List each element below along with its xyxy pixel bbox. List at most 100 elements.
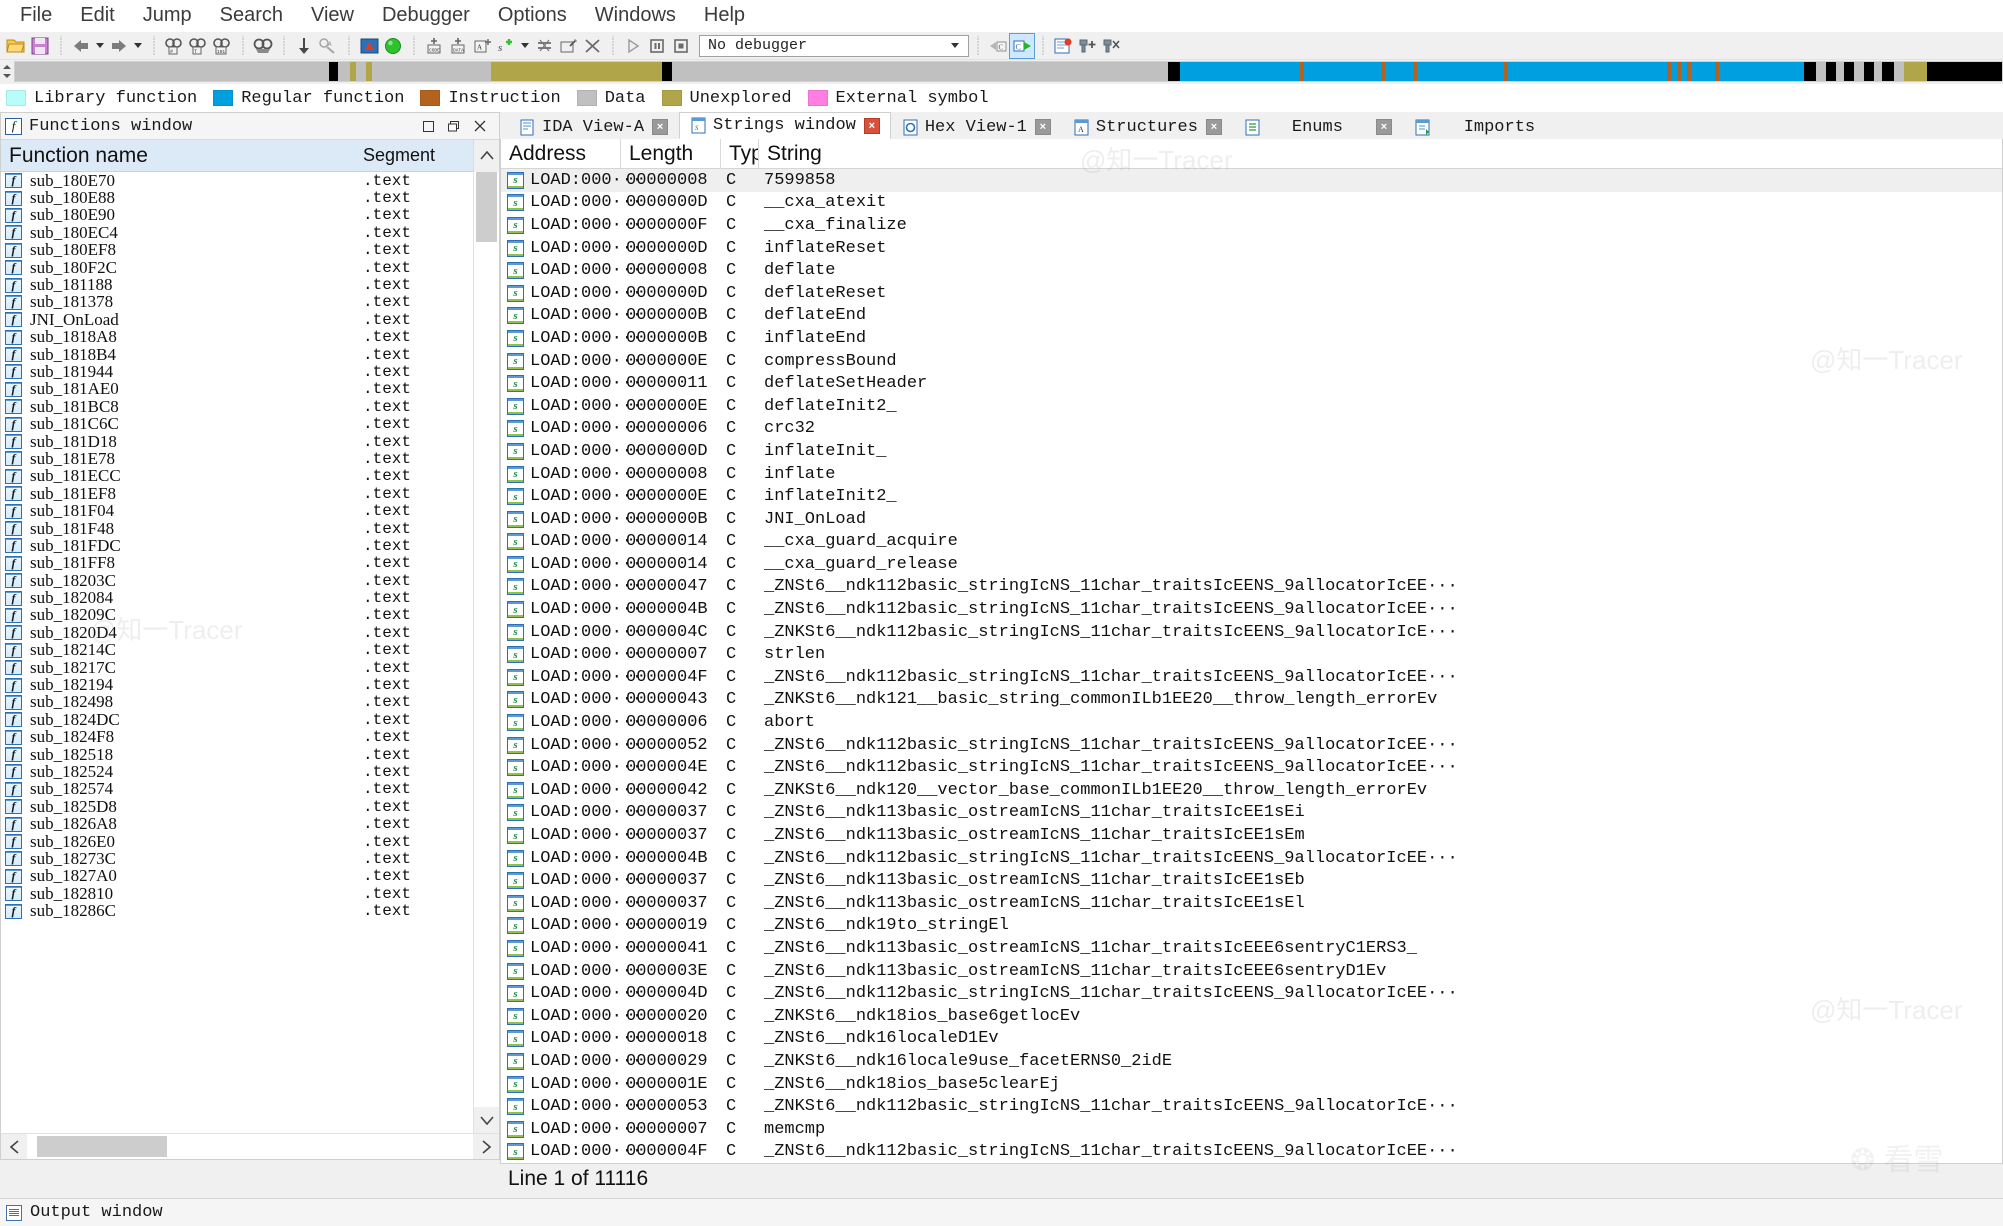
strings-list-row[interactable]: sLOAD:000···00000008Cinflate <box>501 463 2002 486</box>
column-header-address[interactable]: Address <box>501 139 621 169</box>
decompiler-off-icon[interactable]: C <box>986 34 1010 58</box>
search-sequence-icon[interactable]: 101 <box>210 34 234 58</box>
debugger-select[interactable]: No debugger <box>699 35 969 57</box>
del-bpt-icon[interactable] <box>1099 34 1123 58</box>
strings-list-row[interactable]: sLOAD:000···0000000BCinflateEnd <box>501 327 2002 350</box>
functions-vscroll-track[interactable] <box>474 172 499 1107</box>
search-hash-icon[interactable]: # <box>162 34 186 58</box>
functions-list-row[interactable]: fsub_1825D8.text <box>1 798 473 815</box>
menu-item-file[interactable]: File <box>6 2 66 29</box>
strings-list-row[interactable]: sLOAD:000···0000001EC_ZNSt6__ndk18ios_ba… <box>501 1073 2002 1096</box>
tab-imports[interactable]: Imports <box>1403 114 1573 139</box>
strings-list-row[interactable]: sLOAD:000···00000037C_ZNSt6__ndk113basic… <box>501 892 2002 915</box>
functions-list-row[interactable]: fsub_181BC8.text <box>1 398 473 415</box>
strings-list-row[interactable]: sLOAD:000···00000011CdeflateSetHeader <box>501 372 2002 395</box>
menu-item-help[interactable]: Help <box>690 2 759 29</box>
functions-list-row[interactable]: fsub_181C6C.text <box>1 415 473 432</box>
forward-dropdown-icon[interactable] <box>131 34 145 58</box>
strings-list-row[interactable]: sLOAD:000···00000037C_ZNSt6__ndk113basic… <box>501 869 2002 892</box>
strings-list-row[interactable]: sLOAD:000···00000042C_ZNKSt6__ndk120__ve… <box>501 779 2002 802</box>
strings-list-row[interactable]: sLOAD:000···0000004BC_ZNSt6__ndk112basic… <box>501 847 2002 870</box>
strings-list-row[interactable]: sLOAD:000···00000043C_ZNKSt6__ndk121__ba… <box>501 689 2002 712</box>
strings-list-row[interactable]: sLOAD:000···0000000FC__cxa_finalize <box>501 214 2002 237</box>
tab-structures[interactable]: AStructures× <box>1062 114 1233 139</box>
close-icon[interactable] <box>467 115 493 137</box>
make-ascii-icon[interactable]: A <box>470 34 494 58</box>
column-header-type[interactable]: Type <box>721 139 759 169</box>
strings-list-row[interactable]: sLOAD:000···0000004EC_ZNSt6__ndk112basic… <box>501 756 2002 779</box>
jump-down-icon[interactable] <box>292 34 316 58</box>
column-header-length[interactable]: Length <box>621 139 721 169</box>
strings-list-row[interactable]: sLOAD:000···00000052C_ZNSt6__ndk112basic… <box>501 734 2002 757</box>
back-icon[interactable] <box>69 34 93 58</box>
open-file-icon[interactable] <box>4 34 28 58</box>
functions-hscroll-thumb[interactable] <box>37 1136 167 1157</box>
strings-list-row[interactable]: sLOAD:000···00000007Cmemcmp <box>501 1118 2002 1141</box>
strings-list-row[interactable]: sLOAD:000···00000019C_ZNSt6__ndk19to_str… <box>501 915 2002 938</box>
restore-icon[interactable] <box>441 115 467 137</box>
functions-list-row[interactable]: fsub_1818B4.text <box>1 346 473 363</box>
menu-item-view[interactable]: View <box>297 2 368 29</box>
functions-list-row[interactable]: fsub_180EF8.text <box>1 242 473 259</box>
functions-list-row[interactable]: fsub_180F2C.text <box>1 259 473 276</box>
strings-list-row[interactable]: sLOAD:000···00000041C_ZNSt6__ndk113basic… <box>501 937 2002 960</box>
functions-list-row[interactable]: fsub_182084.text <box>1 589 473 606</box>
strings-list[interactable]: sLOAD:000···00000008C7599858sLOAD:000···… <box>501 169 2002 1163</box>
navband-scroll-arrows[interactable] <box>0 61 14 82</box>
strings-list-row[interactable]: sLOAD:000···00000014C__cxa_guard_acquire <box>501 531 2002 554</box>
strings-list-row[interactable]: sLOAD:000···0000000DCinflateInit_ <box>501 440 2002 463</box>
strings-list-row[interactable]: sLOAD:000···0000004FC_ZNSt6__ndk112basic… <box>501 666 2002 689</box>
functions-list-row[interactable]: fsub_182498.text <box>1 694 473 711</box>
column-header-string[interactable]: String <box>759 139 2002 169</box>
functions-list-row[interactable]: fsub_181378.text <box>1 294 473 311</box>
menu-item-windows[interactable]: Windows <box>581 2 690 29</box>
strings-list-row[interactable]: sLOAD:000···0000000DCinflateReset <box>501 237 2002 260</box>
functions-list-row[interactable]: fsub_182518.text <box>1 746 473 763</box>
strings-list-row[interactable]: sLOAD:000···0000000ECdeflateInit2_ <box>501 395 2002 418</box>
functions-list-row[interactable]: fsub_181FDC.text <box>1 537 473 554</box>
menu-item-edit[interactable]: Edit <box>66 2 128 29</box>
functions-hscroll-left-button[interactable] <box>1 1134 27 1159</box>
menu-item-search[interactable]: Search <box>206 2 297 29</box>
strings-list-row[interactable]: sLOAD:000···0000000DC__cxa_atexit <box>501 192 2002 215</box>
functions-list-row[interactable]: fsub_18203C.text <box>1 572 473 589</box>
strings-list-row[interactable]: sLOAD:000···0000003EC_ZNSt6__ndk113basic… <box>501 960 2002 983</box>
functions-list-row[interactable]: fsub_18214C.text <box>1 642 473 659</box>
functions-list-row[interactable]: fsub_1824DC.text <box>1 711 473 728</box>
functions-list-row[interactable]: fsub_18273C.text <box>1 850 473 867</box>
strings-list-row[interactable]: sLOAD:000···0000004BC_ZNSt6__ndk112basic… <box>501 598 2002 621</box>
column-header-function-name[interactable]: Function name <box>1 144 363 168</box>
functions-list-row[interactable]: fsub_181D18.text <box>1 433 473 450</box>
functions-list-row[interactable]: fsub_1818A8.text <box>1 329 473 346</box>
functions-list-row[interactable]: fsub_18286C.text <box>1 902 473 919</box>
tab-close-icon[interactable]: × <box>1376 119 1392 135</box>
tab-enums[interactable]: Enums× <box>1233 114 1403 139</box>
navband-down-arrow-icon[interactable] <box>3 74 11 78</box>
tab-hex-view-1[interactable]: Hex View-1× <box>891 114 1062 139</box>
edit-function-icon[interactable] <box>556 34 580 58</box>
strings-list-row[interactable]: sLOAD:000···00000008Cdeflate <box>501 259 2002 282</box>
functions-list-row[interactable]: fsub_180EC4.text <box>1 224 473 241</box>
strings-list-row[interactable]: sLOAD:000···00000029C_ZNKSt6__ndk16local… <box>501 1050 2002 1073</box>
maximize-icon[interactable] <box>415 115 441 137</box>
functions-scroll-up-cap[interactable] <box>473 140 499 172</box>
strings-list-row[interactable]: sLOAD:000···0000000DCdeflateReset <box>501 282 2002 305</box>
strings-list-row[interactable]: sLOAD:000···0000000ECinflateInit2_ <box>501 485 2002 508</box>
functions-list-row[interactable]: fsub_1820D4.text <box>1 624 473 641</box>
chevron-down-icon[interactable] <box>946 36 964 56</box>
menu-item-debugger[interactable]: Debugger <box>368 2 484 29</box>
navigation-band[interactable] <box>14 61 2003 82</box>
strings-list-row[interactable]: sLOAD:000···0000000BCdeflateEnd <box>501 305 2002 328</box>
strings-list-row[interactable]: sLOAD:000···00000047C_ZNSt6__ndk112basic… <box>501 576 2002 599</box>
make-code-icon[interactable]: CODE <box>422 34 446 58</box>
make-dropdown-icon[interactable] <box>518 34 532 58</box>
functions-list-row[interactable]: fsub_18209C.text <box>1 607 473 624</box>
strings-list-row[interactable]: sLOAD:000···00000014C__cxa_guard_release <box>501 553 2002 576</box>
tab-strings-window[interactable]: sStrings window× <box>679 112 891 139</box>
strings-list-row[interactable]: sLOAD:000···00000020C_ZNKSt6__ndk18ios_b… <box>501 1005 2002 1028</box>
functions-hscroll-right-button[interactable] <box>473 1134 499 1159</box>
navband-up-arrow-icon[interactable] <box>3 65 11 69</box>
strings-list-row[interactable]: sLOAD:000···0000004FC_ZNSt6__ndk112basic… <box>501 1141 2002 1164</box>
functions-hscroll-track[interactable] <box>27 1134 473 1159</box>
functions-list-row[interactable]: fsub_181188.text <box>1 276 473 293</box>
